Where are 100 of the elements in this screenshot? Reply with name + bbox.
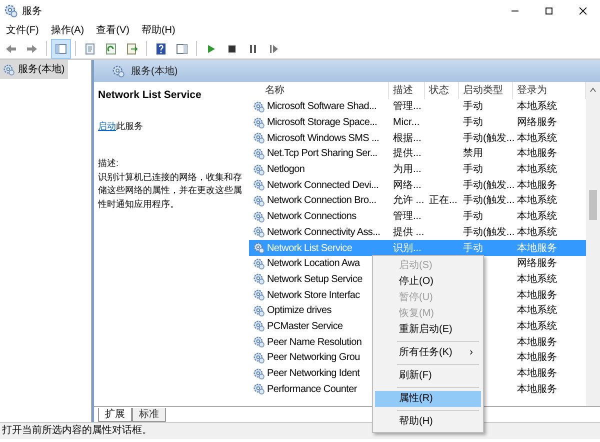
tree-pane-icon[interactable] [54,42,68,56]
gear-icon [253,100,265,113]
table-cell: 本地服务 [513,240,586,256]
service-name-text: Microsoft Software Shad... [267,100,376,114]
menu-item[interactable]: 属性(R) [375,391,481,407]
table-cell-text: 本地系统 [516,272,558,287]
services-icon [3,64,15,76]
service-name-text: Network Connections [267,210,356,224]
show-pane-icon[interactable] [175,42,189,56]
service-row-name[interactable]: Netlogon [249,162,389,178]
service-name-text: Optimize drives [267,304,332,318]
export-icon[interactable] [125,42,139,56]
table-cell-text: 本地系统 [516,210,558,224]
service-row-name[interactable]: Network Connections [249,208,389,224]
gear-icon [253,242,265,254]
description-label: 描述: [98,157,120,170]
service-row-name[interactable]: Net.Tcp Port Sharing Ser... [249,146,389,162]
table-cell-text: 手动 [462,162,484,178]
table-cell-text: 本地服务 [516,146,558,162]
table-cell-text: 本地系统 [516,162,558,178]
table-cell-text: 本地服务 [516,382,558,397]
gear-icon [253,164,265,176]
table-cell-text: 手动(触发... [462,194,513,208]
menu-item[interactable]: 文件(F) [0,22,45,39]
pane-title: 服务(本地) [131,64,178,78]
tab[interactable]: 标准 [132,408,166,422]
tree-item[interactable]: 服务(本地) [0,60,68,79]
service-name-text: Network List Service [267,242,352,256]
table-cell-text: 本地系统 [516,226,558,240]
service-row-name[interactable]: Network Connectivity Ass... [249,224,389,240]
table-cell-text: 手动(触发... [462,178,513,193]
menu-item[interactable]: 帮助(H) [135,22,182,39]
gear-icon [253,352,265,364]
menu-item[interactable]: 操作(A) [44,22,90,39]
properties-icon[interactable] [83,42,97,56]
service-name-text: PCMaster Service [267,320,343,334]
service-name-text: Netlogon [267,163,305,178]
description-text: 识别计算机已连接的网络，收集和存储这些网络的属性，并在更改这些属性时通知应用程序。 [98,170,243,211]
column-header[interactable]: 状态 [425,82,459,99]
service-name-text: Network Location Awa [267,257,360,272]
table-cell-text: 本地系统 [516,320,558,334]
gear-icon [253,383,265,396]
service-name: Network List Service [98,88,202,103]
close-icon [577,5,589,17]
service-name-text: Performance Counter [267,382,357,397]
gear-icon [253,116,265,129]
service-name-text: Network Connected Devi... [267,178,378,193]
table-cell-text: 禁用 [462,146,484,162]
service-row-name[interactable]: Microsoft Windows SMS ... [249,130,389,146]
start-link[interactable]: 启动 [98,120,116,131]
table-cell-text: 本地服务 [516,366,558,382]
gear-icon [253,289,265,302]
table-cell-text: 手动 [462,210,484,224]
services-icon [4,4,18,18]
table-cell-text: 本地服务 [516,350,558,366]
service-name-text: Microsoft Windows SMS ... [267,132,379,146]
table-cell-text: 网络服务 [516,116,558,130]
scrollbar-thumb[interactable] [589,190,597,220]
column-header[interactable]: 描述 [389,82,425,99]
table-cell-text: Micr... [392,116,421,130]
column-header[interactable]: 启动类型 [459,82,513,99]
service-name-text: Peer Networking Grou [267,351,360,366]
service-name-text: Network Connectivity Ass... [267,226,380,240]
gear-icon [253,258,265,270]
gear-icon [253,368,265,380]
table-cell-text: 手动(触发... [462,226,513,240]
column-header[interactable]: 名称 [249,82,389,99]
start-text: 此服务 [116,120,143,131]
table-cell-text: 本地系统 [516,100,558,114]
service-name-text: Network Connection Bro... [267,194,376,208]
gear-icon [253,304,265,317]
table-cell-text: 管理... [392,100,422,114]
service-name-text: Network Store Interfac [267,288,360,303]
service-row-name[interactable]: Microsoft Software Shad... [249,99,389,115]
service-row-name[interactable]: Microsoft Storage Space... [249,114,389,130]
submenu-arrow-icon: › [470,345,473,361]
refresh-icon[interactable] [104,42,118,56]
gear-icon [253,320,265,332]
table-cell-text: 本地系统 [516,132,558,146]
table-cell-text: 为用... [392,162,422,178]
table-cell-text: 根据... [392,132,422,146]
gear-icon [253,132,265,144]
service-name-text: Network Setup Service [267,272,362,287]
service-name-text: Peer Networking Ident [267,367,360,382]
table-cell-text: 本地服务 [516,178,558,193]
gear-icon [253,194,265,207]
table-cell-text: 正在... [428,194,458,208]
table-cell-text: 网络服务 [516,257,558,272]
service-row-name[interactable]: Network Connection Bro... [249,193,389,209]
services-icon [112,64,125,78]
tab[interactable]: 扩展 [98,408,132,422]
gear-icon [253,148,265,160]
table-cell-text: 本地系统 [516,194,558,208]
service-name-text: Peer Name Resolution [267,336,362,350]
help-icon[interactable] [154,42,168,56]
table-cell-text: 管理... [392,210,422,224]
gear-icon [253,179,265,192]
menu-item[interactable]: 查看(V) [90,22,136,39]
gear-icon [253,226,265,238]
service-row-name[interactable]: Network Connected Devi... [249,177,389,194]
